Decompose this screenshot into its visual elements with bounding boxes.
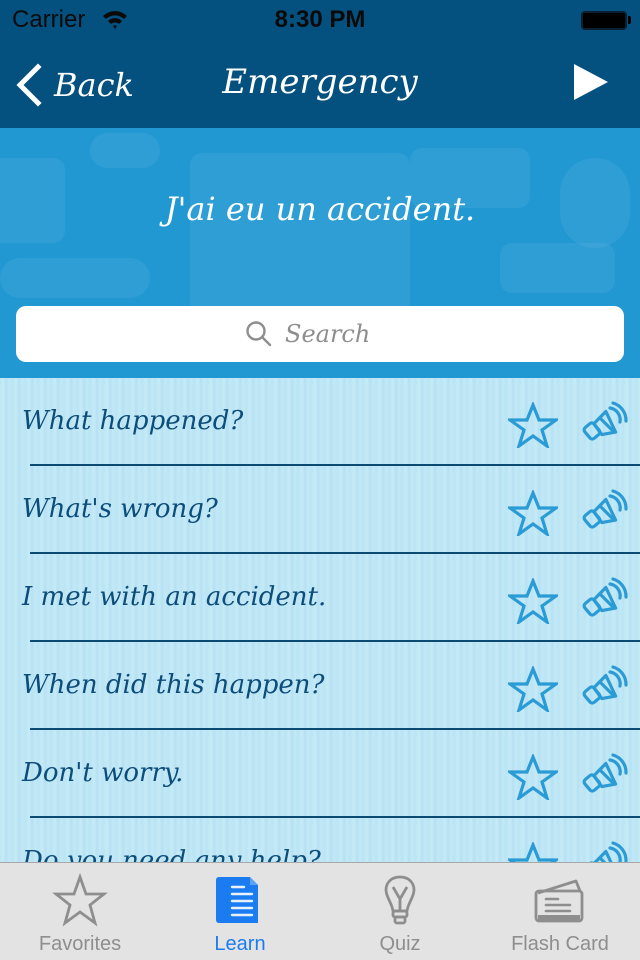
phrase-text: I met with an accident. (22, 582, 327, 612)
bg-bubble (90, 133, 160, 168)
bg-bubble (0, 258, 150, 298)
document-icon (216, 877, 258, 923)
phrase-text: Don't worry. (22, 758, 184, 788)
lightbulb-icon (384, 875, 416, 925)
tab-label: Quiz (379, 933, 421, 955)
tab-learn[interactable]: Learn (160, 863, 320, 960)
speaker-icon[interactable] (580, 752, 628, 800)
back-label: Back (54, 66, 134, 104)
search-input[interactable] (285, 320, 395, 348)
star-icon[interactable] (508, 666, 558, 712)
list-item[interactable]: What happened? (0, 378, 640, 466)
star-icon (52, 873, 108, 927)
speaker-icon[interactable] (580, 840, 628, 862)
tab-quiz[interactable]: Quiz (320, 863, 480, 960)
phrase-list: What happened? What's wrong? I met with … (0, 378, 640, 862)
speaker-icon[interactable] (580, 576, 628, 624)
phrase-text: When did this happen? (22, 670, 325, 700)
phrase-text: What's wrong? (22, 494, 218, 524)
status-bar: Carrier 8:30 PM (0, 0, 640, 40)
search-bar[interactable] (16, 306, 624, 362)
current-phrase: J'ai eu un accident. (164, 190, 476, 228)
speaker-icon[interactable] (580, 488, 628, 536)
star-icon[interactable] (508, 578, 558, 624)
list-item[interactable]: Don't worry. (0, 730, 640, 818)
phrase-text: Do you need any help? (22, 846, 321, 862)
tab-label: Favorites (38, 933, 122, 955)
tab-label: Learn (214, 933, 266, 955)
back-button[interactable]: Back (14, 60, 134, 110)
list-item[interactable]: Do you need any help? (0, 818, 640, 862)
battery-tip (628, 16, 631, 24)
phrase-text: What happened? (22, 406, 244, 436)
speaker-icon[interactable] (580, 400, 628, 448)
battery-icon (581, 11, 627, 30)
speaker-icon[interactable] (580, 664, 628, 712)
search-icon (246, 321, 272, 347)
play-icon[interactable] (568, 60, 612, 104)
tab-bar: Favorites Learn Quiz Flash Card (0, 862, 640, 960)
tab-favorites[interactable]: Favorites (0, 863, 160, 960)
list-item[interactable]: I met with an accident. (0, 554, 640, 642)
flashcard-icon (534, 879, 584, 923)
chevron-left-icon (16, 63, 42, 107)
list-item[interactable]: When did this happen? (0, 642, 640, 730)
list-item[interactable]: What's wrong? (0, 466, 640, 554)
star-icon[interactable] (508, 842, 558, 862)
bg-bubble (190, 153, 410, 313)
navigation-bar: Carrier 8:30 PM Back Emergency (0, 0, 640, 128)
clock: 8:30 PM (274, 6, 366, 33)
star-icon[interactable] (508, 402, 558, 448)
bg-bubble (500, 243, 615, 293)
hero-banner: J'ai eu un accident. (0, 128, 640, 378)
tab-label: Flash Card (511, 933, 609, 955)
star-icon[interactable] (508, 754, 558, 800)
tab-flash-card[interactable]: Flash Card (480, 863, 640, 960)
star-icon[interactable] (508, 490, 558, 536)
